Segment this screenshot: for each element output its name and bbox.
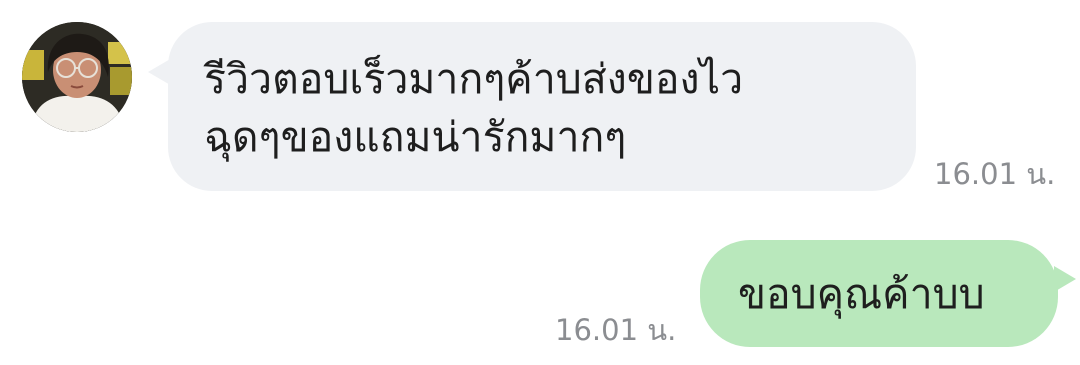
message-bubble-outgoing[interactable]: ขอบคุณค้าบบ: [700, 240, 1076, 347]
avatar-photo: [22, 22, 132, 132]
message-timestamp: 16.01 น.: [555, 313, 677, 347]
bubble-tail: [1054, 266, 1076, 292]
message-text: ขอบคุณค้าบบ: [738, 269, 985, 318]
avatar[interactable]: [22, 22, 132, 132]
message-text: รีวิวตอบเร็วมากๆค้าบส่งของไว ฉุดๆของแถมน…: [204, 55, 744, 161]
message-timestamp: 16.01 น.: [934, 157, 1056, 191]
message-bubble-incoming[interactable]: รีวิวตอบเร็วมากๆค้าบส่งของไว ฉุดๆของแถมน…: [148, 22, 916, 191]
bubble-tail: [148, 58, 172, 86]
